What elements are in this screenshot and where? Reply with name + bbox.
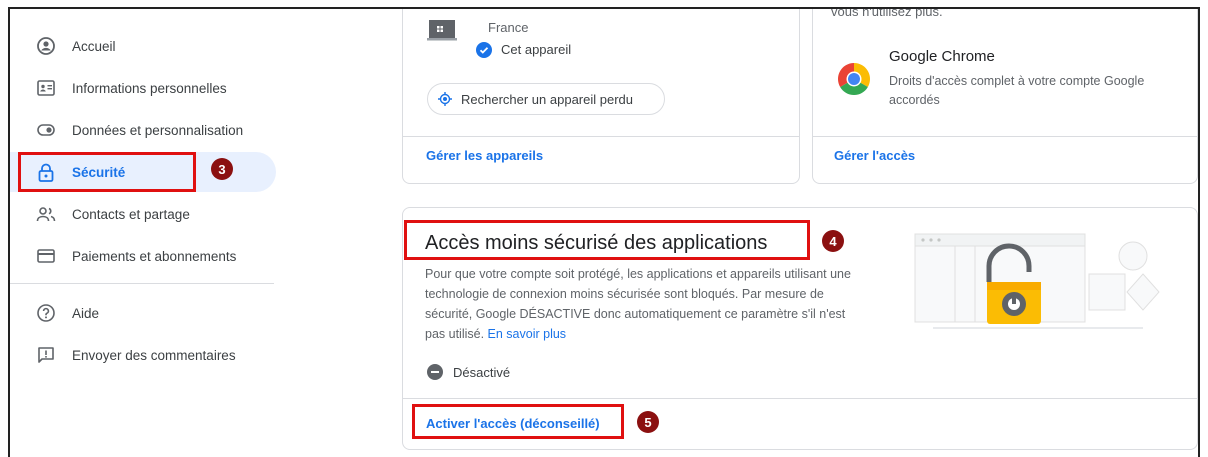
sidebar-item-paiements[interactable]: Paiements et abonnements: [10, 236, 276, 276]
sidebar-item-label: Contacts et partage: [72, 206, 190, 222]
check-circle-icon: [476, 42, 492, 58]
sidebar-item-contacts[interactable]: Contacts et partage: [10, 194, 276, 234]
devices-card: France Cet appareil Rechercher un appare…: [402, 9, 800, 184]
chrome-icon: [837, 62, 871, 96]
access-status: Désactivé: [453, 365, 511, 380]
apps-intro-text: vous n'utilisez plus.: [831, 7, 943, 19]
manage-access-link[interactable]: Gérer l'accès: [834, 148, 915, 163]
annotation-badge-3: 3: [211, 158, 233, 180]
credit-card-icon: [36, 246, 56, 266]
app-name: Google Chrome: [889, 48, 995, 65]
feedback-icon: [36, 345, 56, 365]
toggle-icon: [36, 120, 56, 140]
browser-frame: Accueil Informations personnelles Donnée…: [8, 7, 1200, 457]
sidebar-item-label: Accueil: [72, 38, 116, 54]
sidebar: Accueil Informations personnelles Donnée…: [10, 9, 280, 457]
disabled-status-icon: [427, 364, 443, 380]
annotation-box-3: [18, 152, 196, 192]
padlock-illustration: [893, 226, 1173, 336]
annotation-box-4: [404, 220, 810, 260]
id-card-icon: [36, 78, 56, 98]
sidebar-item-accueil[interactable]: Accueil: [10, 26, 276, 66]
locate-icon: [438, 92, 452, 106]
annotation-box-5: [412, 404, 624, 439]
annotation-badge-5: 5: [637, 411, 659, 433]
find-device-button[interactable]: Rechercher un appareil perdu: [427, 83, 665, 115]
device-location: France: [488, 20, 529, 35]
card-divider: [403, 398, 1197, 399]
sidebar-item-label: Envoyer des commentaires: [72, 347, 236, 363]
sidebar-divider: [10, 283, 274, 284]
app-access-description: Droits d'accès complet à votre compte Go…: [889, 74, 1145, 107]
this-device-label: Cet appareil: [501, 42, 572, 57]
sidebar-item-label: Paiements et abonnements: [72, 248, 237, 264]
help-icon: [36, 303, 56, 323]
sidebar-item-donnees[interactable]: Données et personnalisation: [10, 110, 276, 150]
find-device-label: Rechercher un appareil perdu: [461, 92, 633, 107]
sidebar-item-aide[interactable]: Aide: [10, 293, 276, 333]
sidebar-item-commentaires[interactable]: Envoyer des commentaires: [10, 335, 276, 375]
sidebar-item-label: Données et personnalisation: [72, 122, 244, 138]
sidebar-item-label: Aide: [72, 305, 100, 321]
card-divider: [813, 136, 1197, 137]
annotation-badge-4: 4: [822, 230, 844, 252]
card-description: Pour que votre compte soit protégé, les …: [425, 264, 865, 344]
manage-devices-link[interactable]: Gérer les appareils: [426, 148, 543, 163]
third-party-apps-card: vous n'utilisez plus. Google Chrome Droi…: [812, 7, 1198, 184]
learn-more-link[interactable]: En savoir plus: [488, 327, 567, 341]
account-circle-icon: [36, 36, 56, 56]
people-icon: [36, 204, 56, 224]
sidebar-item-informations[interactable]: Informations personnelles: [10, 68, 276, 108]
sidebar-item-label: Informations personnelles: [72, 80, 227, 96]
card-divider: [403, 136, 799, 137]
laptop-icon: [427, 18, 457, 42]
